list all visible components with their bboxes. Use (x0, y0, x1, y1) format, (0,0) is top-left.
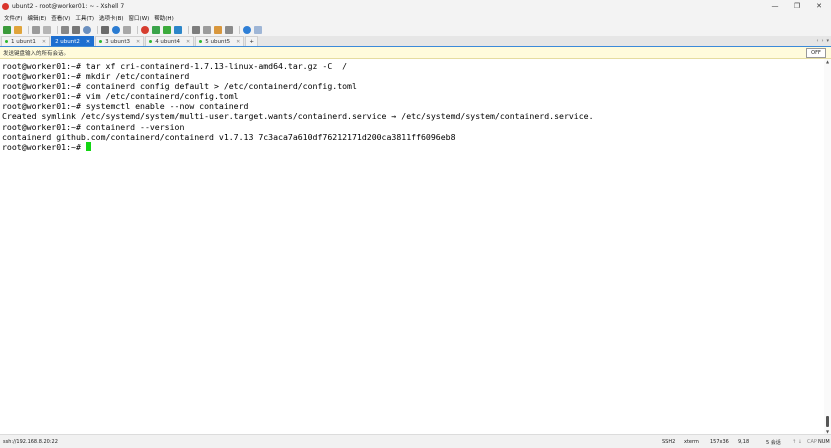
broadcast-bar: 发送键盘输入的所有会话。 OFF (0, 47, 831, 59)
status-size: 157x36 (710, 439, 729, 445)
transfer-icon[interactable] (152, 25, 160, 34)
terminal-line: root@worker01:~# vim /etc/containerd/con… (2, 91, 239, 102)
tab-list-icon[interactable]: ▾ (826, 38, 829, 44)
terminal-line: root@worker01:~# tar xf cri-containerd-1… (2, 61, 348, 71)
broadcast-toggle-button[interactable]: OFF (806, 48, 826, 58)
terminal-line: containerd github.com/containerd/contain… (2, 131, 456, 142)
tab-ubunt4[interactable]: 4 ubunt4 ✕ (145, 36, 195, 46)
font-icon[interactable] (123, 25, 131, 34)
scroll-up-icon[interactable]: ▲ (824, 59, 831, 64)
keyboard-icon[interactable] (192, 25, 200, 34)
menu-tools[interactable]: 工具(T) (75, 14, 94, 22)
script-icon[interactable] (203, 25, 211, 34)
menu-tab[interactable]: 选项卡(B) (99, 14, 124, 22)
search-icon[interactable] (83, 25, 91, 34)
new-tab-button[interactable]: + (245, 36, 258, 46)
terminal-prompt: root@worker01:~# (2, 141, 86, 152)
tab-next-icon[interactable]: › (821, 38, 823, 44)
connected-status-icon (5, 40, 8, 43)
tab-navigation: ‹ › ▾ (813, 36, 829, 46)
toolbar-divider (137, 25, 138, 34)
terminal-screen[interactable]: root@worker01:~# tar xf cri-containerd-1… (0, 59, 824, 434)
terminal-line: root@worker01:~# systemctl enable --now … (2, 101, 249, 112)
vertical-scrollbar[interactable]: ▲ ▼ (824, 59, 831, 434)
menu-help[interactable]: 帮助(H) (154, 14, 173, 22)
paste-icon[interactable] (72, 25, 80, 34)
toolbar (0, 23, 831, 36)
new-session-icon[interactable] (3, 25, 11, 34)
menu-edit[interactable]: 编辑(E) (27, 14, 46, 22)
tab-close-icon[interactable]: ✕ (236, 39, 240, 45)
toolbar-divider (57, 25, 58, 34)
link-icon[interactable] (32, 25, 40, 34)
close-button[interactable]: ✕ (808, 0, 830, 12)
terminal-line: root@worker01:~# containerd config defau… (2, 81, 357, 92)
tab-close-icon[interactable]: ✕ (136, 39, 140, 45)
xftp-icon[interactable] (141, 25, 149, 34)
terminal-line: root@worker01:~# containerd --version (2, 121, 185, 132)
tab-ubunt3[interactable]: 3 ubunt3 ✕ (95, 36, 145, 46)
connected-status-icon (149, 40, 153, 43)
lock-icon[interactable] (174, 25, 182, 34)
menu-bar: 文件(F) 编辑(E) 查看(V) 工具(T) 选项卡(B) 窗口(W) 帮助(… (0, 12, 831, 23)
menu-window[interactable]: 窗口(W) (129, 14, 150, 22)
xshell-logo-icon (2, 2, 9, 10)
status-sessions: 5 会话 (766, 440, 781, 446)
tab-close-icon[interactable]: ✕ (186, 39, 190, 45)
status-protocol: SSH2 (662, 439, 676, 445)
tab-label: 3 ubunt3 (105, 38, 130, 45)
connected-status-icon (99, 40, 103, 43)
toolbar-divider (97, 25, 98, 34)
status-terminal-type: xterm (684, 439, 699, 445)
broadcast-text: 发送键盘输入的所有会话。 (3, 50, 70, 57)
status-host: ssh://192.168.8.20:22 (3, 439, 58, 445)
scrollbar-thumb[interactable] (826, 416, 829, 427)
open-folder-icon[interactable] (14, 25, 22, 34)
terminal-prompt-line: root@worker01:~# (2, 141, 824, 152)
tab-label: 2 ubunt2 (55, 38, 80, 45)
tab-ubunt2[interactable]: 2 ubunt2 ✕ (51, 36, 95, 46)
tab-label: 5 ubunt5 (205, 38, 231, 45)
terminal-cursor (85, 141, 91, 151)
terminal-line: root@worker01:~# mkdir /etc/containerd (2, 71, 190, 82)
fullscreen-icon[interactable] (163, 25, 171, 34)
toolbar-divider (28, 25, 29, 34)
tab-close-icon[interactable]: ✕ (86, 39, 90, 45)
copy-icon[interactable] (61, 25, 69, 34)
session-tab-bar: 1 ubunt1 ✕ 2 ubunt2 ✕ 3 ubunt3 ✕ 4 ubunt… (0, 36, 831, 47)
tab-ubunt1[interactable]: 1 ubunt1 ✕ (1, 36, 51, 46)
title-bar: ubunt2 - root@worker01: ~ - Xshell 7 — ❐… (0, 0, 831, 12)
disconnect-icon[interactable] (43, 25, 51, 34)
toolbar-divider (188, 25, 189, 34)
menu-view[interactable]: 查看(V) (51, 14, 70, 22)
globe-icon[interactable] (112, 25, 120, 34)
toolbar-divider (239, 25, 240, 34)
terminal-line: Created symlink /etc/systemd/system/mult… (2, 111, 594, 122)
maximize-button[interactable]: ❐ (786, 0, 808, 12)
status-bar: ssh://192.168.8.20:22 SSH2 xterm 157x36 … (0, 434, 831, 448)
minimize-button[interactable]: — (764, 0, 786, 12)
compose-icon[interactable] (214, 25, 222, 34)
window-title: ubunt2 - root@worker01: ~ - Xshell 7 (12, 2, 125, 10)
status-num: NUM (818, 439, 830, 445)
tab-ubunt5[interactable]: 5 ubunt5 ✕ (195, 36, 245, 46)
status-arrows-icon: ↑ ↓ (792, 439, 802, 445)
properties-icon[interactable] (101, 25, 109, 34)
tab-close-icon[interactable]: ✕ (42, 39, 46, 45)
help-icon[interactable] (243, 25, 251, 34)
layout-icon[interactable] (225, 25, 233, 34)
menu-file[interactable]: 文件(F) (4, 14, 22, 22)
status-caps: CAP (807, 439, 817, 445)
tab-prev-icon[interactable]: ‹ (816, 38, 818, 44)
status-cursor-pos: 9,18 (738, 439, 750, 445)
tab-label: 4 ubunt4 (155, 38, 181, 45)
connected-status-icon (199, 40, 203, 43)
chat-icon[interactable] (254, 25, 262, 34)
tab-label: 1 ubunt1 (11, 38, 36, 45)
